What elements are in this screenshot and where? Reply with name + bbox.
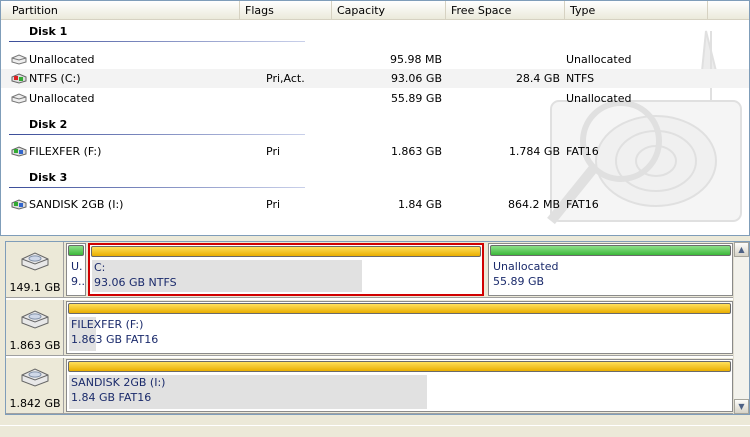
partition-block-detail: 93.06 GB NTFS [94, 276, 177, 289]
partition-flags: Pri [266, 145, 281, 158]
partition-icon [11, 199, 27, 210]
partition-free-space: 864.2 MB [507, 198, 560, 211]
disk-map[interactable]: 149.1 GB U. 9.. C: 93.06 GB NTFS Unalloc… [5, 241, 750, 415]
partition-type: FAT16 [566, 145, 599, 158]
column-header-flags[interactable]: Flags [240, 1, 332, 20]
partition-row[interactable]: Unallocated 95.98 MB Unallocated [1, 50, 749, 69]
disk-group-divider [9, 187, 305, 188]
partition-name: FILEXFER (F:) [29, 145, 102, 158]
scroll-down-icon[interactable]: ▼ [734, 399, 749, 414]
disk-label[interactable]: 1.863 GB [6, 300, 64, 356]
partition-block-label: C: [94, 261, 106, 274]
partition-free-space: 28.4 GB [515, 72, 560, 85]
column-header-free-space[interactable]: Free Space [446, 1, 565, 20]
partition-type: NTFS [566, 72, 595, 85]
partition-bar [91, 246, 481, 257]
disk-partition-strip: FILEXFER (F:) 1.863 GB FAT16 [64, 300, 734, 356]
disk-group-header: Disk 1 [29, 25, 68, 38]
partition-name: NTFS (C:) [29, 72, 81, 85]
disk-label[interactable]: 149.1 GB [6, 242, 64, 298]
partition-bar [68, 303, 731, 314]
disk-label[interactable]: 1.842 GB [6, 358, 64, 414]
partition-list[interactable]: Partition Flags Capacity Free Space Type… [0, 0, 750, 236]
partition-row[interactable]: Unallocated 55.89 GB Unallocated [1, 89, 749, 108]
hard-disk-icon [21, 252, 49, 271]
partition-flags: Pri [266, 198, 281, 211]
disk-partition-strip: SANDISK 2GB (I:) 1.84 GB FAT16 [64, 358, 734, 414]
vertical-scrollbar[interactable]: ▲ ▼ [733, 242, 749, 414]
partition-type: Unallocated [566, 92, 632, 105]
partition-bar [68, 361, 731, 372]
disk-size: 1.863 GB [9, 339, 61, 352]
partition-name: SANDISK 2GB (I:) [29, 198, 124, 211]
partition-capacity: 1.863 GB [390, 145, 442, 158]
disk-partition-strip: U. 9.. C: 93.06 GB NTFS Unallocated 55.8… [64, 242, 734, 298]
partition-capacity: 55.89 GB [390, 92, 442, 105]
status-bar [0, 425, 750, 437]
partition-block-detail: 55.89 GB [493, 275, 545, 288]
partition-block-detail: 1.863 GB FAT16 [71, 333, 159, 346]
partition-bar [490, 245, 731, 256]
partition-block-label: SANDISK 2GB (I:) [71, 376, 166, 389]
unallocated-icon [11, 54, 27, 65]
partition-bar [68, 245, 84, 256]
partition-block[interactable]: Unallocated 55.89 GB [488, 243, 733, 296]
partition-block[interactable]: SANDISK 2GB (I:) 1.84 GB FAT16 [66, 359, 733, 412]
column-header-type[interactable]: Type [565, 1, 708, 20]
partition-row[interactable]: NTFS (C:) Pri,Act. 93.06 GB 28.4 GB NTFS [1, 69, 749, 88]
partition-block-label: U. [71, 260, 83, 273]
partition-block-detail: 1.84 GB FAT16 [71, 391, 152, 404]
partition-capacity: 95.98 MB [389, 53, 442, 66]
column-header-partition[interactable]: Partition [6, 1, 240, 20]
disk-group-header: Disk 3 [29, 171, 68, 184]
disk-size: 1.842 GB [9, 397, 61, 410]
partition-icon [11, 146, 27, 157]
partition-block-selected[interactable]: C: 93.06 GB NTFS [88, 243, 484, 296]
column-header-row: Partition Flags Capacity Free Space Type [1, 1, 749, 20]
partition-block-detail: 9.. [71, 275, 85, 288]
partition-flags: Pri,Act. [266, 72, 305, 85]
unallocated-icon [11, 93, 27, 104]
partition-name: Unallocated [29, 53, 95, 66]
partition-block-label: Unallocated [493, 260, 559, 273]
partition-free-space: 1.784 GB [508, 145, 560, 158]
partition-type: Unallocated [566, 53, 632, 66]
disk-group-divider [9, 41, 305, 42]
scroll-up-icon[interactable]: ▲ [734, 242, 749, 257]
hard-disk-icon [21, 310, 49, 329]
disk-group-divider [9, 134, 305, 135]
column-header-capacity[interactable]: Capacity [332, 1, 446, 20]
disk-group-header: Disk 2 [29, 118, 68, 131]
partition-block-label: FILEXFER (F:) [71, 318, 144, 331]
partition-capacity: 1.84 GB [397, 198, 442, 211]
partition-type: FAT16 [566, 198, 599, 211]
partition-row[interactable]: SANDISK 2GB (I:) Pri 1.84 GB 864.2 MB FA… [1, 195, 749, 214]
partition-block[interactable]: U. 9.. [66, 243, 86, 296]
partition-row[interactable]: FILEXFER (F:) Pri 1.863 GB 1.784 GB FAT1… [1, 142, 749, 161]
hard-disk-icon [21, 368, 49, 387]
partition-icon [11, 73, 27, 84]
partition-capacity: 93.06 GB [390, 72, 442, 85]
disk-size: 149.1 GB [9, 281, 61, 294]
partition-name: Unallocated [29, 92, 95, 105]
partition-block[interactable]: FILEXFER (F:) 1.863 GB FAT16 [66, 301, 733, 354]
